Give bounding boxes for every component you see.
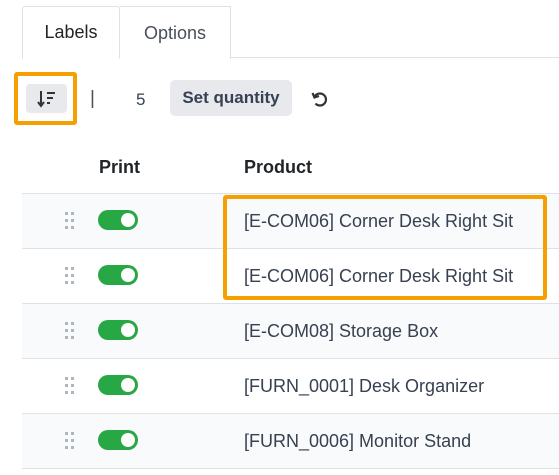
sort-button-highlight (14, 72, 77, 125)
drag-handle-icon[interactable] (65, 212, 75, 230)
drag-handle-icon[interactable] (65, 267, 75, 285)
table-row[interactable]: [E-COM06] Corner Desk Right Sit (22, 194, 559, 249)
column-header-print[interactable]: Print (99, 157, 140, 178)
drag-handle-icon[interactable] (65, 377, 75, 395)
print-toggle[interactable] (98, 265, 138, 285)
toolbar: | 5 Set quantity (0, 72, 559, 126)
toggle-knob (121, 378, 135, 392)
print-toggle[interactable] (98, 320, 138, 340)
label-table: Print Product [E-COM06] Corner Desk Righ… (22, 140, 559, 469)
toggle-knob (121, 323, 135, 337)
print-toggle[interactable] (98, 210, 138, 230)
tab-options[interactable]: Options (120, 6, 231, 59)
quantity-value: 5 (136, 90, 146, 109)
product-name[interactable]: [E-COM06] Corner Desk Right Sit (244, 211, 513, 232)
print-toggle[interactable] (98, 430, 138, 450)
table-row[interactable]: [FURN_0001] Desk Organizer (22, 359, 559, 414)
product-name[interactable]: [FURN_0001] Desk Organizer (244, 376, 484, 397)
set-quantity-button[interactable]: Set quantity (170, 80, 292, 116)
table-header: Print Product (22, 140, 559, 194)
table-row[interactable]: [FURN_0006] Monitor Stand (22, 414, 559, 469)
sort-button[interactable] (26, 84, 67, 113)
drag-handle-icon[interactable] (65, 322, 75, 340)
toolbar-separator: | (90, 88, 95, 109)
sort-descending-icon (36, 90, 55, 108)
tab-bar: Labels Options (22, 0, 559, 59)
toggle-knob (121, 268, 135, 282)
product-name[interactable]: [E-COM08] Storage Box (244, 321, 438, 342)
reload-icon[interactable] (310, 89, 330, 109)
toggle-knob (121, 213, 135, 227)
product-name[interactable]: [FURN_0006] Monitor Stand (244, 431, 471, 452)
toggle-knob (121, 433, 135, 447)
table-row[interactable]: [E-COM06] Corner Desk Right Sit (22, 249, 559, 304)
product-name[interactable]: [E-COM06] Corner Desk Right Sit (244, 266, 513, 287)
drag-handle-icon[interactable] (65, 432, 75, 450)
tab-labels[interactable]: Labels (22, 6, 120, 59)
column-header-product[interactable]: Product (244, 157, 312, 178)
table-row[interactable]: [E-COM08] Storage Box (22, 304, 559, 359)
print-toggle[interactable] (98, 375, 138, 395)
